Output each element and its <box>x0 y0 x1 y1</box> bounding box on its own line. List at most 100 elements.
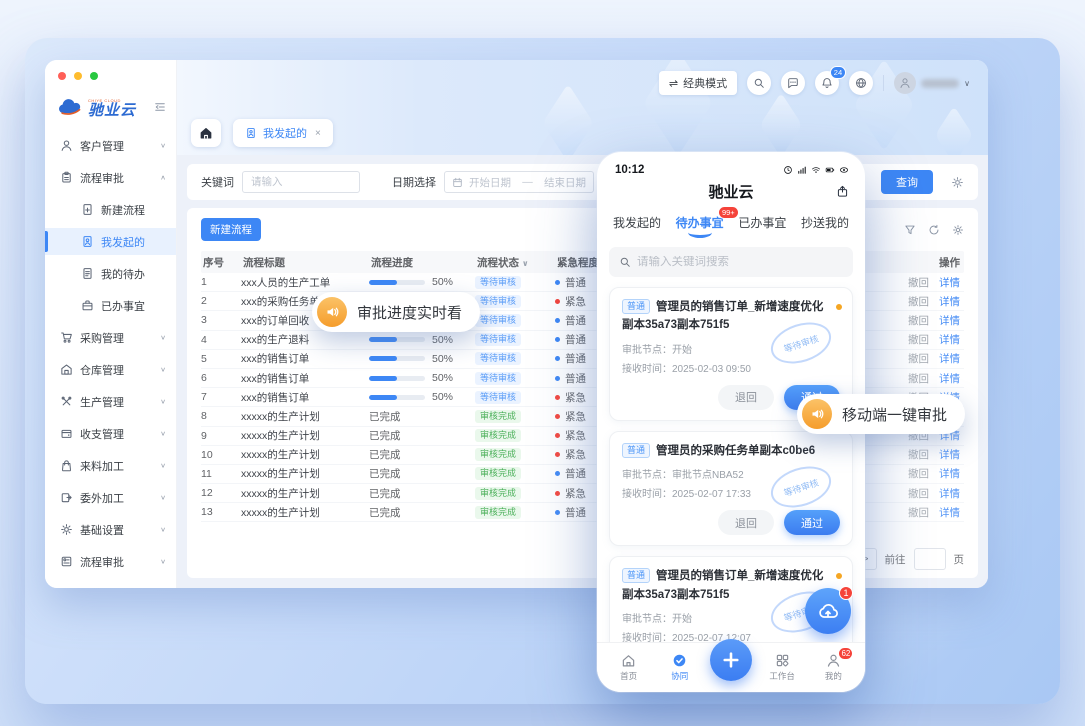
sidebar-item[interactable]: 新建流程 <box>45 196 176 223</box>
classic-mode-button[interactable]: ⇌ 经典模式 <box>659 71 737 95</box>
sidebar-item[interactable]: 采购管理 ∨ <box>45 324 176 351</box>
sidebar-item[interactable]: 流程审批 ∨ <box>45 548 176 575</box>
sidebar-item-icon <box>60 363 73 376</box>
page-number-input[interactable] <box>914 548 946 570</box>
user-menu[interactable]: ∨ <box>894 72 970 94</box>
nav-item[interactable]: 协同 <box>658 653 702 682</box>
phone-search-input[interactable] <box>637 256 843 268</box>
progress-done-label: 已完成 <box>369 411 401 423</box>
tab-close-icon[interactable]: × <box>315 128 321 139</box>
close-window-button[interactable] <box>58 72 66 80</box>
phone-tab[interactable]: 已办事宜 <box>738 214 786 231</box>
detail-link[interactable]: 详情 <box>939 275 960 290</box>
sidebar-item[interactable]: 基础设置 ∨ <box>45 516 176 543</box>
stage: CHIYE CLOUD 驰业云 客户管理 ∨ 流程审批 <box>0 0 1085 726</box>
progress-done-label: 已完成 <box>369 468 401 480</box>
add-button[interactable] <box>710 639 752 681</box>
revoke-link[interactable]: 撤回 <box>908 371 929 386</box>
revoke-link[interactable]: 撤回 <box>908 447 929 462</box>
topbar-icon-button[interactable] <box>849 71 873 95</box>
revoke-link[interactable]: 撤回 <box>908 505 929 520</box>
status-icon <box>811 165 821 175</box>
revoke-link[interactable]: 撤回 <box>908 313 929 328</box>
phone-tab[interactable]: 抄送我的 <box>801 214 849 231</box>
date-range-picker[interactable]: 开始日期 — 结束日期 <box>444 171 594 193</box>
detail-link[interactable]: 详情 <box>939 505 960 520</box>
maximize-window-button[interactable] <box>90 72 98 80</box>
avatar <box>894 72 916 94</box>
topbar-icon <box>787 77 799 89</box>
date-separator: — <box>522 176 533 188</box>
refresh-icon[interactable] <box>928 224 940 236</box>
nav-icon <box>775 653 790 668</box>
nav-item[interactable]: 工作台 <box>760 653 804 682</box>
minimize-window-button[interactable] <box>74 72 82 80</box>
revoke-link[interactable]: 撤回 <box>908 351 929 366</box>
query-button[interactable]: 查询 <box>881 170 933 194</box>
column-header[interactable]: 操作 <box>868 255 964 270</box>
column-header[interactable]: 流程标题 <box>241 255 369 270</box>
batch-approve-fab[interactable]: 1 <box>805 588 851 634</box>
sidebar-collapse-icon[interactable] <box>154 101 166 116</box>
topbar-icon-button[interactable] <box>781 71 805 95</box>
sidebar-item[interactable]: 仓库管理 ∨ <box>45 356 176 383</box>
detail-link[interactable]: 详情 <box>939 447 960 462</box>
detail-link[interactable]: 详情 <box>939 294 960 309</box>
column-header[interactable]: 流程进度 <box>369 255 475 270</box>
nav-item[interactable]: 首页 <box>607 653 651 682</box>
sidebar-item[interactable]: 已办事宜 <box>45 292 176 319</box>
revoke-link[interactable]: 撤回 <box>908 275 929 290</box>
nav-item[interactable] <box>709 655 753 681</box>
sidebar-item[interactable]: 收支管理 ∨ <box>45 420 176 447</box>
revoke-link[interactable]: 撤回 <box>908 332 929 347</box>
keyword-input[interactable] <box>242 171 360 193</box>
filter-icon[interactable] <box>904 224 916 236</box>
share-icon[interactable] <box>836 185 849 198</box>
detail-link[interactable]: 详情 <box>939 351 960 366</box>
sidebar-item[interactable]: 来料加工 ∨ <box>45 452 176 479</box>
detail-link[interactable]: 详情 <box>939 332 960 347</box>
topbar-icon-button[interactable] <box>747 71 771 95</box>
revoke-link[interactable]: 撤回 <box>908 466 929 481</box>
detail-link[interactable]: 详情 <box>939 313 960 328</box>
sidebar-item-label: 生产管理 <box>80 394 124 410</box>
new-workflow-button[interactable]: 新建流程 <box>201 218 261 241</box>
nav-item[interactable]: 我的 62 <box>811 653 855 682</box>
phone-tab[interactable]: 我发起的 <box>613 214 661 231</box>
phone-search-bar[interactable] <box>609 247 853 277</box>
chevron-icon: ∨ <box>160 398 166 405</box>
approval-card[interactable]: 普通管理员的采购任务单副本c0be6 等待审核 审批节点：审批节点NBA52 接… <box>609 431 853 546</box>
sidebar-item[interactable]: 客户管理 ∨ <box>45 132 176 159</box>
topbar-icon-button[interactable]: 24 <box>815 71 839 95</box>
chevron-icon: ∨ <box>160 430 166 437</box>
filter-settings-icon[interactable] <box>951 176 964 189</box>
row-number: 5 <box>201 353 241 365</box>
reject-button[interactable]: 退回 <box>718 510 774 535</box>
approve-button[interactable]: 通过 <box>784 510 840 535</box>
column-header[interactable]: 流程状态∨ <box>475 255 555 270</box>
sidebar-item[interactable]: 我发起的 <box>45 228 176 255</box>
revoke-link[interactable]: 撤回 <box>908 294 929 309</box>
nav-label: 协同 <box>671 670 688 682</box>
progress-done-label: 已完成 <box>369 488 401 500</box>
workflow-title: xxxxx的生产计划 <box>241 466 369 481</box>
detail-link[interactable]: 详情 <box>939 486 960 501</box>
column-header[interactable]: 序号 <box>201 255 241 270</box>
eye-icon <box>839 165 849 175</box>
sidebar-item[interactable]: 生产管理 ∨ <box>45 388 176 415</box>
phone-tab[interactable]: 待办事宜 99+ <box>676 214 724 231</box>
sidebar-item[interactable]: 流程审批 ∧ <box>45 164 176 191</box>
sidebar-item-label: 委外加工 <box>80 490 124 506</box>
callout-text: 移动端一键审批 <box>842 404 947 425</box>
tab-my-initiated[interactable]: 我发起的 × <box>233 119 333 147</box>
reject-button[interactable]: 退回 <box>718 385 774 410</box>
detail-link[interactable]: 详情 <box>939 371 960 386</box>
progress-done-label: 已完成 <box>369 449 401 461</box>
table-settings-icon[interactable] <box>952 224 964 236</box>
home-tab-button[interactable] <box>191 119 221 147</box>
sidebar-item[interactable]: 委外加工 ∨ <box>45 484 176 511</box>
revoke-link[interactable]: 撤回 <box>908 486 929 501</box>
callout-text: 审批进度实时看 <box>357 302 462 323</box>
detail-link[interactable]: 详情 <box>939 466 960 481</box>
sidebar-item[interactable]: 我的待办 <box>45 260 176 287</box>
